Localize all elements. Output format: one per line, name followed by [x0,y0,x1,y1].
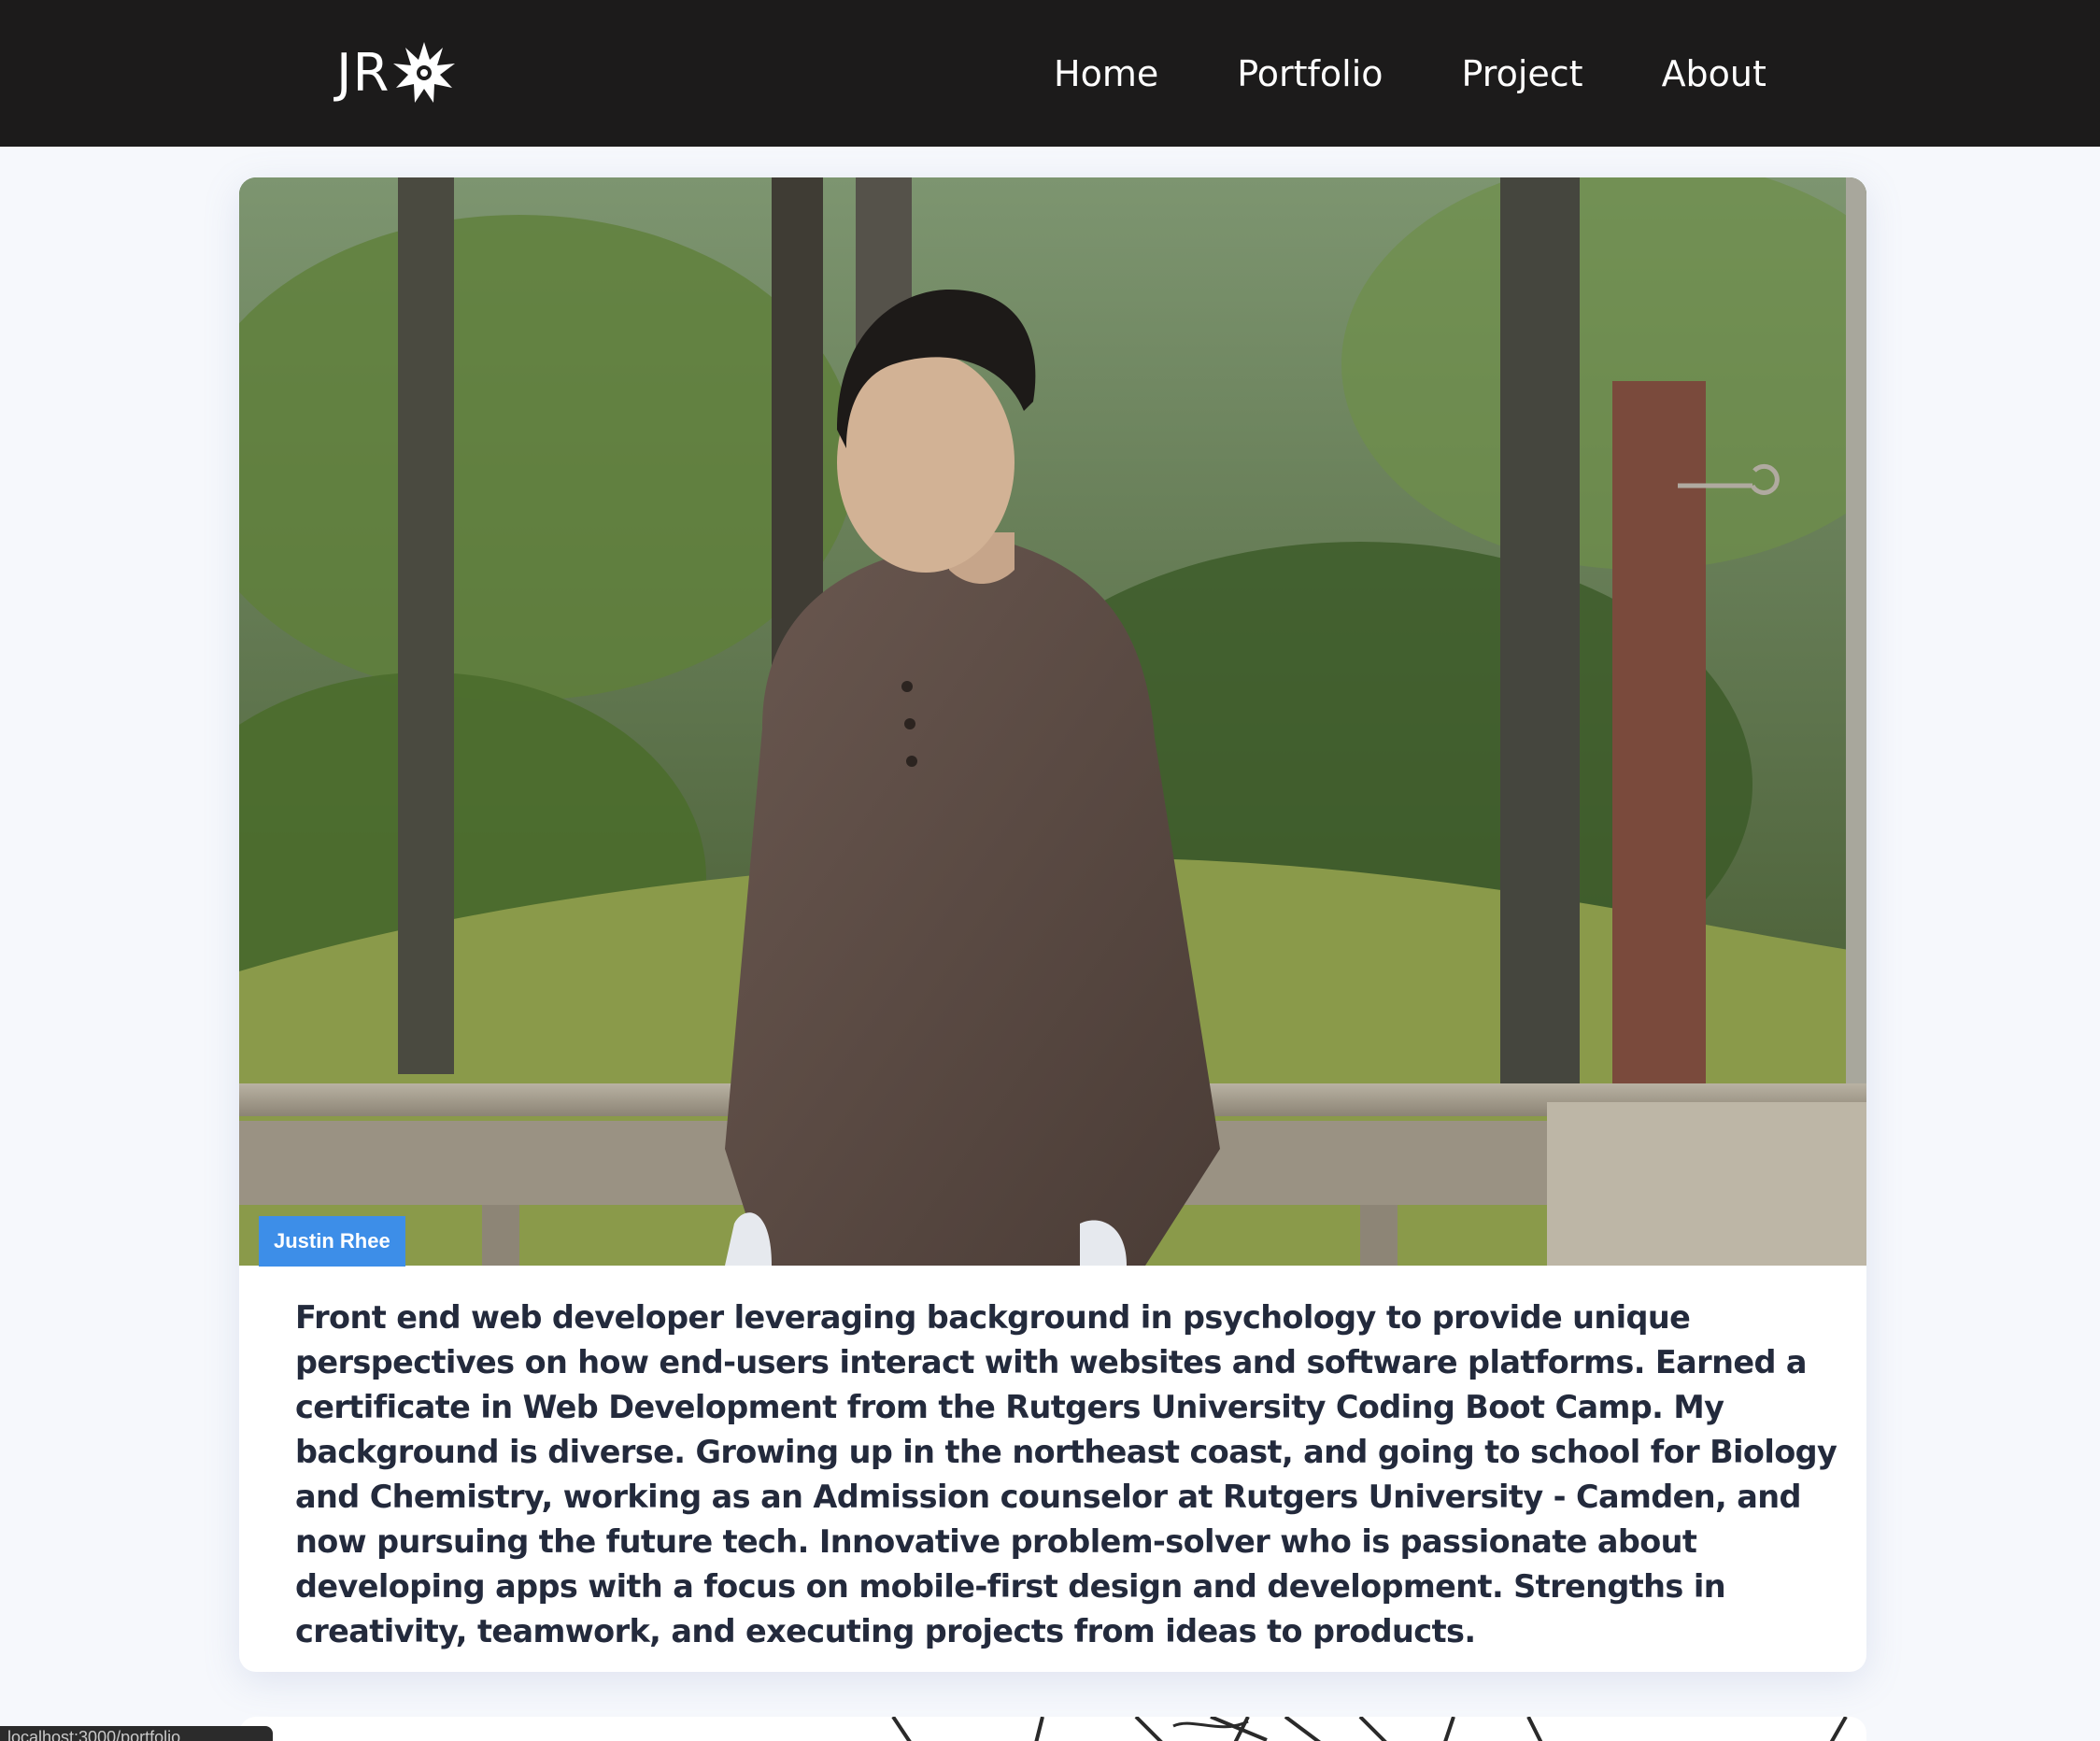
bio-text: Front end web developer leveraging backg… [295,1299,1838,1649]
nav-link-about[interactable]: About [1662,53,1767,94]
profile-photo-illustration [239,177,1866,1266]
profile-card: Justin Rhee Front end web developer leve… [239,177,1866,1672]
brand-text: JR [336,42,390,104]
nav-link-project[interactable]: Project [1462,53,1583,94]
starburst-icon [393,42,456,103]
navbar: JR Home Portfolio Project About [0,0,2100,147]
nav-link-portfolio[interactable]: Portfolio [1237,53,1383,94]
brand-logo[interactable]: JR [336,35,457,110]
nav-link-home[interactable]: Home [1054,53,1158,94]
next-card-preview [239,1717,1866,1741]
profile-photo [239,177,1866,1266]
browser-status-bar: localhost:3000/portfolio [0,1726,273,1741]
nav-menu: Home Portfolio Project About [1054,0,1767,147]
name-badge: Justin Rhee [259,1216,405,1267]
next-card-image [891,1717,1848,1741]
